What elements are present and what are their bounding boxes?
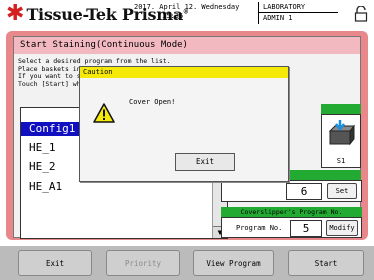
caution-dialog: Caution Cover Open! Exit xyxy=(79,66,289,182)
basket-panel[interactable]: S1 xyxy=(321,114,361,168)
warning-triangle-icon xyxy=(93,103,115,123)
list-item-hea1[interactable]: HE_A1 xyxy=(29,180,62,194)
app-header: ✱ Tissue-Tek Prisma® 2017. April 12. Wed… xyxy=(0,0,374,31)
user-text: ADMIN 1 xyxy=(263,14,293,22)
date-text: 2017. April 12. Wednesday xyxy=(134,3,240,11)
basket-label: S1 xyxy=(336,157,346,165)
dialog-exit-button[interactable]: Exit xyxy=(175,153,235,171)
basket-icon xyxy=(328,120,355,146)
dialog-message: Cover Open! xyxy=(129,98,176,106)
user-divider xyxy=(259,12,338,13)
modify-button[interactable]: Modify xyxy=(326,220,358,236)
screen-title: Start Staining(Continuous Mode) xyxy=(14,37,360,54)
list-item-he1[interactable]: HE_1 xyxy=(29,141,56,155)
start-button[interactable]: Start xyxy=(288,250,364,276)
priority-button[interactable]: Priority xyxy=(106,250,180,276)
set-button[interactable]: Set xyxy=(327,183,357,199)
lock-icon[interactable] xyxy=(354,6,368,22)
count-header xyxy=(289,170,361,180)
list-item-he2[interactable]: HE_2 xyxy=(29,160,56,174)
program-no-label: Program No. xyxy=(236,224,283,232)
exit-button[interactable]: Exit xyxy=(18,250,92,276)
dialog-title: Caution xyxy=(80,67,288,78)
view-program-button[interactable]: View Program xyxy=(193,250,274,276)
user-info: LABORATORY ADMIN 1 xyxy=(258,2,338,24)
coverslipper-header: Coverslipper's Program No. xyxy=(221,207,362,217)
date-time: 2017. April 12. Wednesday 15:36 xyxy=(134,3,254,21)
time-text: 15:36 xyxy=(162,12,184,20)
location-text: LABORATORY xyxy=(263,3,306,11)
red-star-icon: ✱ xyxy=(6,1,25,26)
program-no-field[interactable]: 5 xyxy=(290,220,322,237)
count-field[interactable]: 6 xyxy=(286,183,322,200)
basket-header xyxy=(321,104,361,114)
